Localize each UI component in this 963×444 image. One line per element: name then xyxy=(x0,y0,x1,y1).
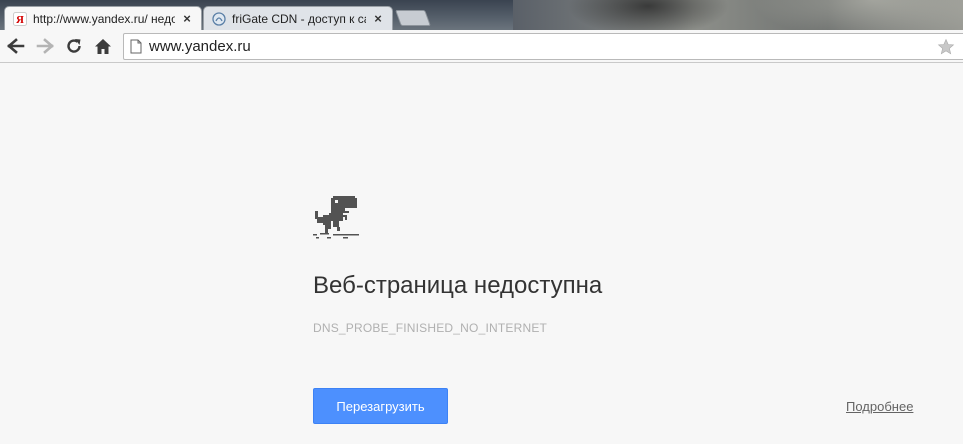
error-heading: Веб-страница недоступна xyxy=(313,272,603,299)
error-code: DNS_PROBE_FINISHED_NO_INTERNET xyxy=(313,321,548,335)
tab-frigate[interactable]: friGate CDN - доступ к сайт × xyxy=(203,6,393,30)
reload-icon xyxy=(67,39,81,53)
tab-strip: Я http://www.yandex.ru/ недо × friGate C… xyxy=(0,0,963,30)
address-bar[interactable]: www.yandex.ru xyxy=(123,33,963,60)
home-button[interactable] xyxy=(93,36,113,56)
bookmark-star-icon[interactable] xyxy=(937,38,955,56)
back-button[interactable] xyxy=(6,36,26,56)
error-page: Веб-страница недоступна DNS_PROBE_FINISH… xyxy=(0,64,963,444)
url-text[interactable]: www.yandex.ru xyxy=(149,38,251,55)
frigate-favicon-icon xyxy=(212,11,226,26)
offline-dino-icon xyxy=(313,196,359,239)
close-tab-icon[interactable]: × xyxy=(181,12,193,25)
back-arrow-icon xyxy=(7,38,25,54)
new-tab-button[interactable] xyxy=(395,10,431,26)
page-icon xyxy=(130,39,142,54)
svg-text:Я: Я xyxy=(16,14,24,26)
tab-title: friGate CDN - доступ к сайт xyxy=(232,11,366,26)
yandex-favicon-icon: Я xyxy=(13,11,27,26)
forward-button[interactable] xyxy=(35,36,55,56)
tab-yandex[interactable]: Я http://www.yandex.ru/ недо × xyxy=(4,6,202,30)
close-tab-icon[interactable]: × xyxy=(372,12,384,25)
forward-arrow-icon xyxy=(36,38,54,54)
browser-toolbar: www.yandex.ru xyxy=(0,30,963,63)
reload-page-button[interactable]: Перезагрузить xyxy=(313,388,448,424)
details-link[interactable]: Подробнее xyxy=(846,399,913,414)
theme-background xyxy=(513,0,963,30)
tab-title: http://www.yandex.ru/ недо xyxy=(33,11,175,26)
reload-button[interactable] xyxy=(64,36,84,56)
home-icon xyxy=(95,38,111,54)
